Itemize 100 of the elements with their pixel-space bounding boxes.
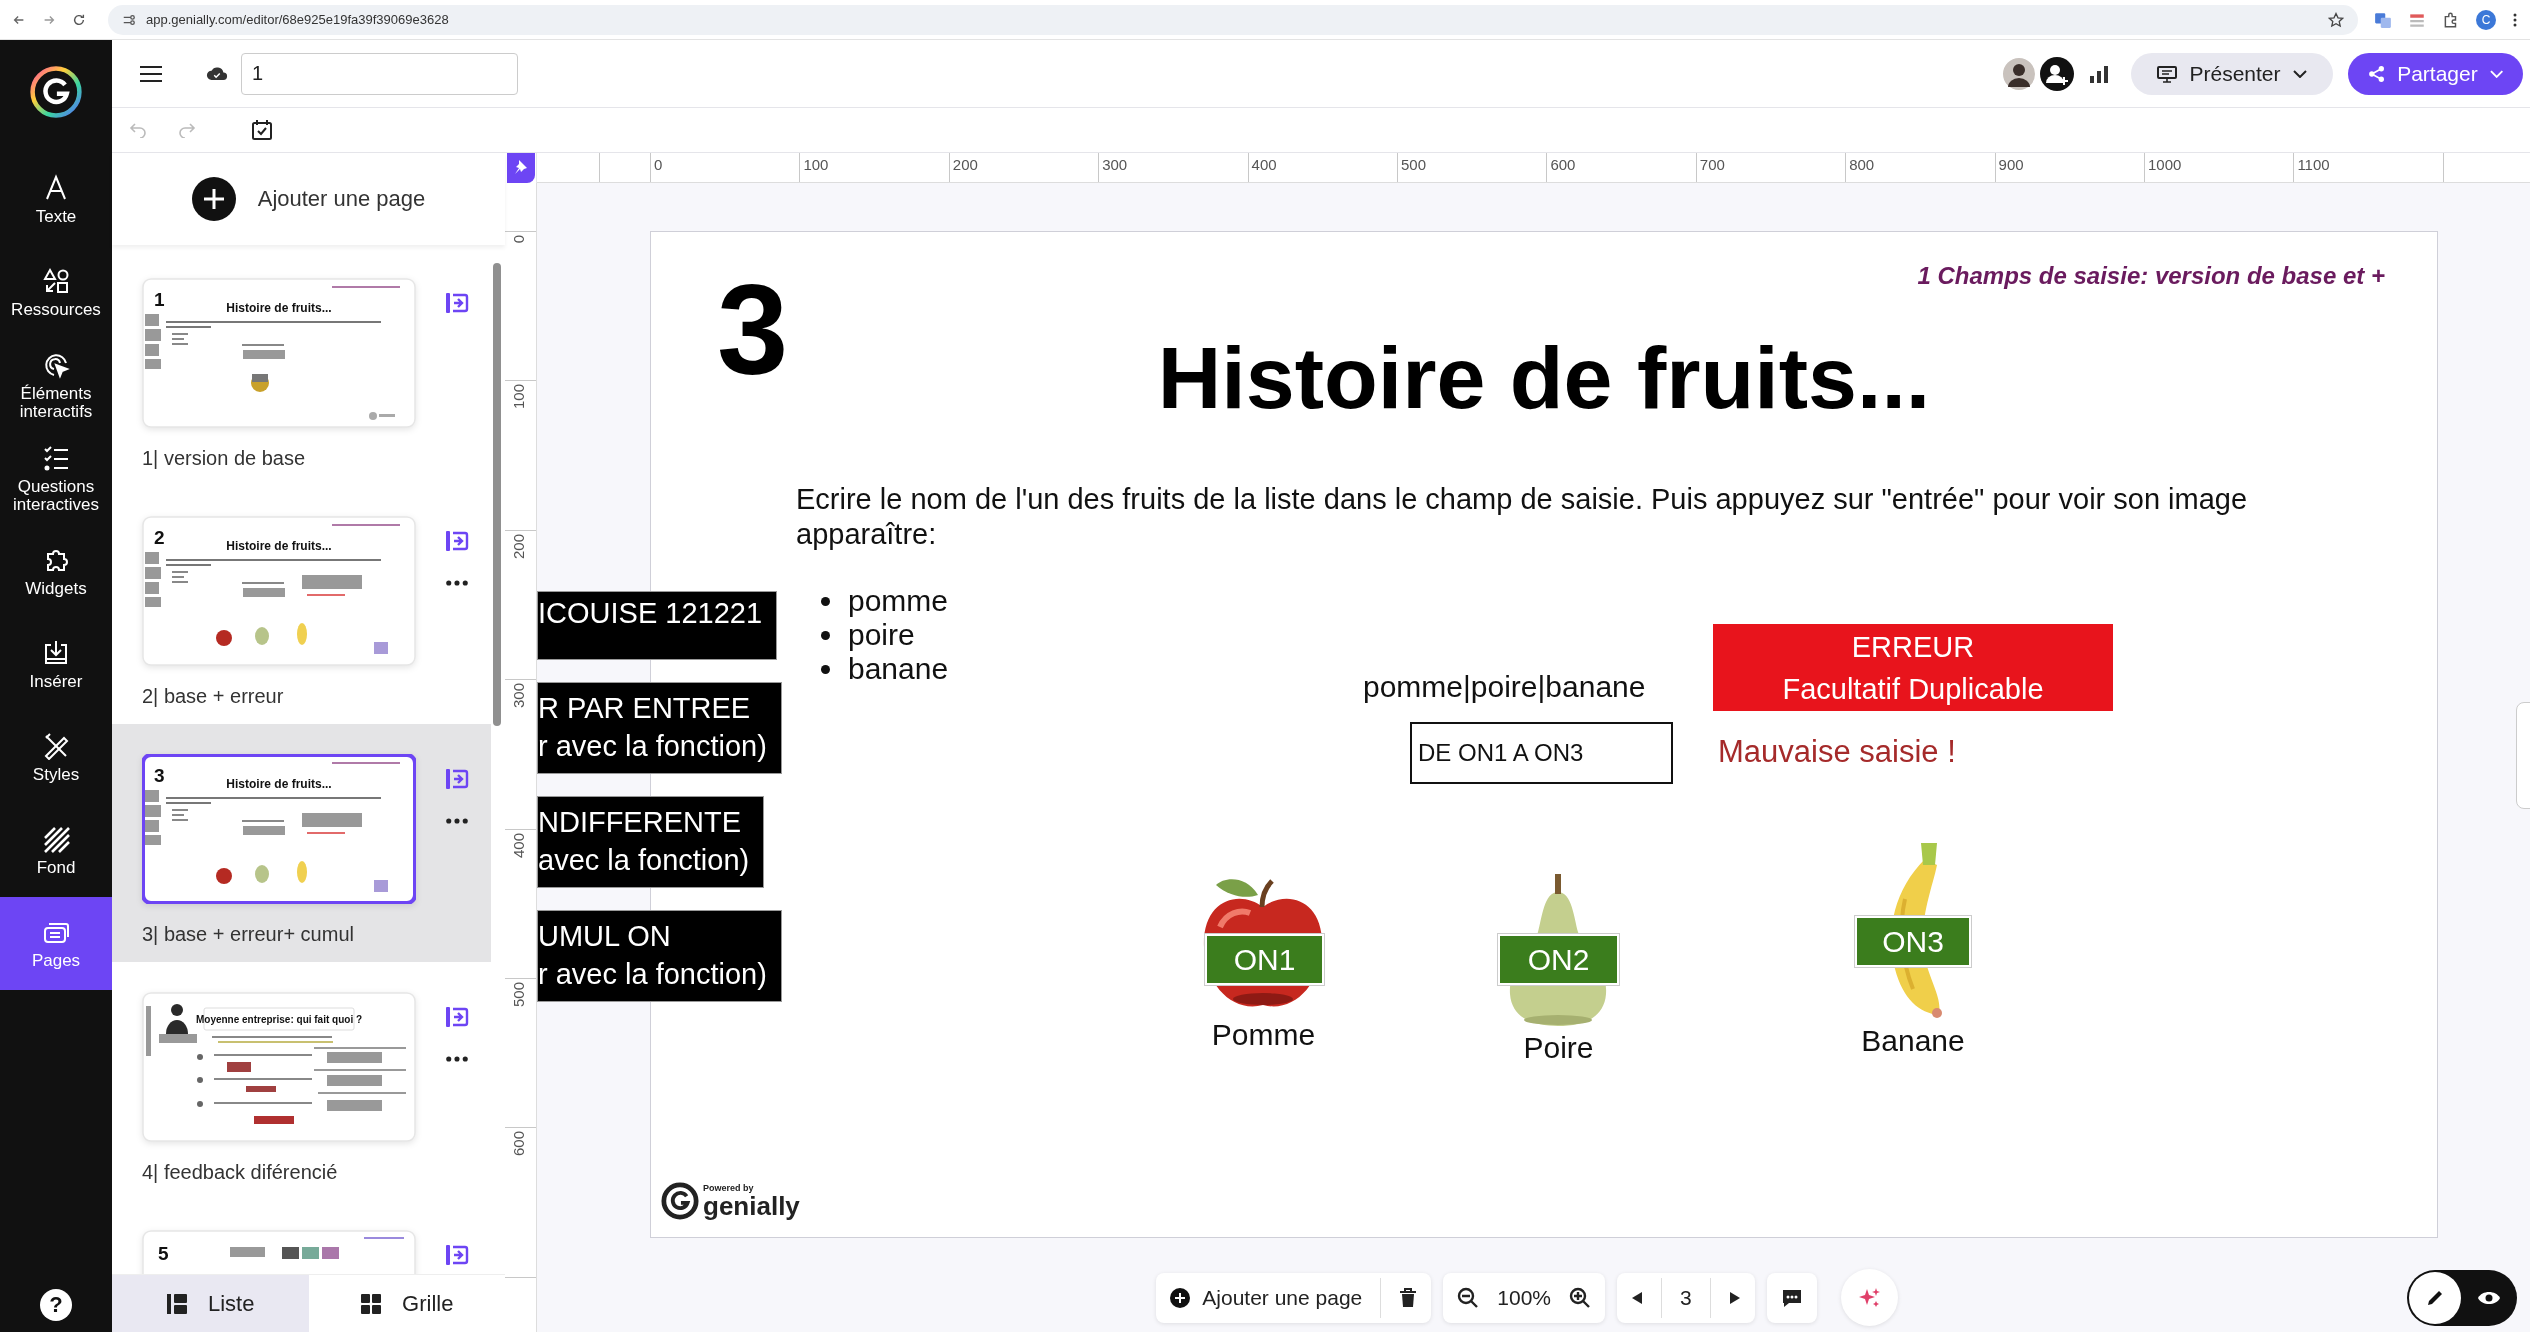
sidebar-item[interactable]: Texte [0, 153, 112, 246]
tag-label[interactable]: ON3 [1855, 916, 1971, 967]
error-box[interactable]: ERREUR Facultatif Duplicable [1713, 624, 2113, 711]
code-block[interactable]: R PAR ENTREE r avec la fonction) [537, 682, 782, 774]
sidebar-item[interactable]: Ressources [0, 246, 112, 339]
code-text: ICOUISE 121221 [538, 596, 763, 631]
go-to-page-icon[interactable] [445, 292, 469, 314]
sidebar-item[interactable]: Styles [0, 711, 112, 804]
code-block[interactable]: NDIFFERENTE avec la fonction) [537, 796, 765, 888]
calendar-check-icon[interactable] [251, 119, 273, 141]
slide-number: 3 [717, 266, 789, 394]
go-to-page-icon[interactable] [445, 530, 469, 552]
input-field[interactable]: DE ON1 A ON3 [1410, 722, 1673, 784]
page-thumbnail[interactable]: 5 [142, 1230, 416, 1274]
translate-icon[interactable] [2374, 10, 2392, 29]
edit-mode-button[interactable] [2409, 1271, 2461, 1324]
thumbnail-number: 3 [154, 765, 165, 786]
page-thumbnail[interactable]: 2 Histoire de fruits... [142, 516, 416, 666]
go-to-page-icon[interactable] [445, 768, 469, 790]
browser-menu-icon[interactable] [2512, 11, 2518, 28]
sidebar-item[interactable]: Widgets [0, 525, 112, 618]
add-person-icon[interactable] [2039, 55, 2075, 92]
list-item: banane [848, 652, 949, 686]
page-list-item[interactable]: 1 Histoire de fruits... 1| version de base [112, 248, 491, 486]
project-name-field[interactable]: 1 [241, 52, 518, 95]
zoom-level: 100% [1497, 1285, 1551, 1310]
page-list-item[interactable]: Moyenne entreprise: qui fait quoi ? 4| feedback diférencié [112, 962, 491, 1200]
avatar-icon[interactable] [2001, 55, 2037, 92]
next-page-icon[interactable] [1728, 1290, 1741, 1305]
code-text: avec la fonction) [538, 843, 750, 878]
genially-logo-icon [661, 1182, 699, 1220]
sidebar-item[interactable]: Questions interactives [0, 432, 112, 525]
ai-sparkle-button[interactable] [1840, 1269, 1898, 1326]
cloud-icon [206, 66, 228, 81]
tag-label[interactable]: ON1 [1205, 934, 1324, 985]
pin-icon[interactable] [506, 153, 535, 183]
ruler-label: 800 [1849, 156, 1875, 173]
page-thumbnail[interactable]: 3 Histoire de fruits... [142, 754, 416, 904]
ruler-label: 100 [803, 156, 829, 173]
ruler-label: 300 [510, 683, 527, 709]
grid-view-icon [360, 1292, 383, 1315]
url-text: app.genially.com/editor/68e925e19fa39f39069e3628 [146, 12, 450, 27]
zoom-in-icon[interactable] [1569, 1286, 1591, 1309]
fruit-name: Poire [1523, 1031, 1594, 1065]
sidebar-item[interactable]: Insérer [0, 618, 112, 711]
slide-title: Histoire de fruits... [1157, 327, 1931, 429]
plus-icon [191, 177, 236, 221]
view-tab[interactable]: Liste [112, 1275, 309, 1332]
previous-page-icon[interactable] [1631, 1290, 1643, 1305]
answer-hint: pomme|poire|banane [1363, 670, 1646, 704]
bullet-icon [821, 630, 830, 640]
sidebar-item[interactable]: Fond [0, 804, 112, 897]
help-button[interactable]: ? [40, 1289, 72, 1321]
page-thumbnail[interactable]: 1 Histoire de fruits... [142, 278, 416, 428]
page-thumbnail[interactable]: Moyenne entreprise: qui fait quoi ? [142, 992, 416, 1142]
thumbnail-number: 5 [158, 1243, 169, 1264]
bookmark-star-icon[interactable] [2328, 11, 2344, 28]
sidebar-item[interactable]: Pages [0, 897, 112, 990]
instructions-text: Ecrire le nom de l'un des fruits de la liste dans le champ de saisie. Puis appuyez sur "entrée" pour voir son image apparaître: [796, 482, 2249, 552]
profile-avatar[interactable]: C [2476, 9, 2496, 30]
ruler-label: 600 [510, 1131, 527, 1157]
page-number: 3 [1680, 1285, 1692, 1310]
more-icon[interactable] [446, 1056, 468, 1062]
present-button[interactable]: Présenter [2131, 52, 2333, 95]
comment-icon[interactable] [1780, 1287, 1803, 1308]
go-to-page-icon[interactable] [445, 1006, 469, 1028]
code-text: NDIFFERENTE [538, 805, 742, 840]
more-icon[interactable] [446, 580, 468, 586]
go-to-page-icon[interactable] [445, 1244, 469, 1266]
presentation-screen-icon [2157, 64, 2178, 83]
code-block[interactable]: UMUL ON r avec la fonction) [537, 910, 782, 1002]
address-bar[interactable]: app.genially.com/editor/68e925e19fa39f39069e3628 [108, 4, 2358, 35]
zoom-out-icon[interactable] [1457, 1286, 1480, 1309]
list-view-icon [166, 1292, 188, 1315]
ruler-label: 900 [1998, 156, 2024, 173]
signal-bars-icon[interactable] [2089, 64, 2109, 83]
ruler-label: 500 [1401, 156, 1427, 173]
more-icon[interactable] [446, 818, 468, 824]
delete-icon[interactable] [1399, 1287, 1418, 1308]
page-list-item[interactable]: 5 [112, 1200, 491, 1274]
chevron-down-icon [2292, 69, 2307, 78]
page-list-item[interactable]: 2 Histoire de fruits... 2| base + erreur [112, 486, 491, 724]
tag-label[interactable]: ON2 [1498, 934, 1619, 985]
ruler-label: 200 [952, 156, 978, 173]
ruler-label: 600 [1550, 156, 1576, 173]
sidebar-item[interactable]: Éléments interactifs [0, 339, 112, 432]
share-button[interactable]: Partager [2348, 52, 2523, 95]
list-item: poire [848, 618, 915, 652]
page-list-item[interactable]: 3 Histoire de fruits... 3| base + erreur+ cumul [112, 724, 491, 962]
site-info-icon[interactable] [122, 12, 136, 27]
reload-icon[interactable] [72, 12, 86, 27]
add-page-button[interactable]: Ajouter une page [185, 176, 432, 222]
logo-icon[interactable] [29, 65, 83, 119]
plus-icon [1170, 1287, 1191, 1308]
ruler-label: 0 [654, 156, 663, 173]
menu-icon[interactable] [140, 64, 162, 83]
ruler-label: 400 [1251, 156, 1277, 173]
error-box-text: ERREUR [1851, 629, 1975, 665]
code-block[interactable]: ICOUISE 121221 [537, 591, 778, 660]
slide-subtitle: 1 Champs de saisie: version de base et + [1917, 262, 2385, 290]
